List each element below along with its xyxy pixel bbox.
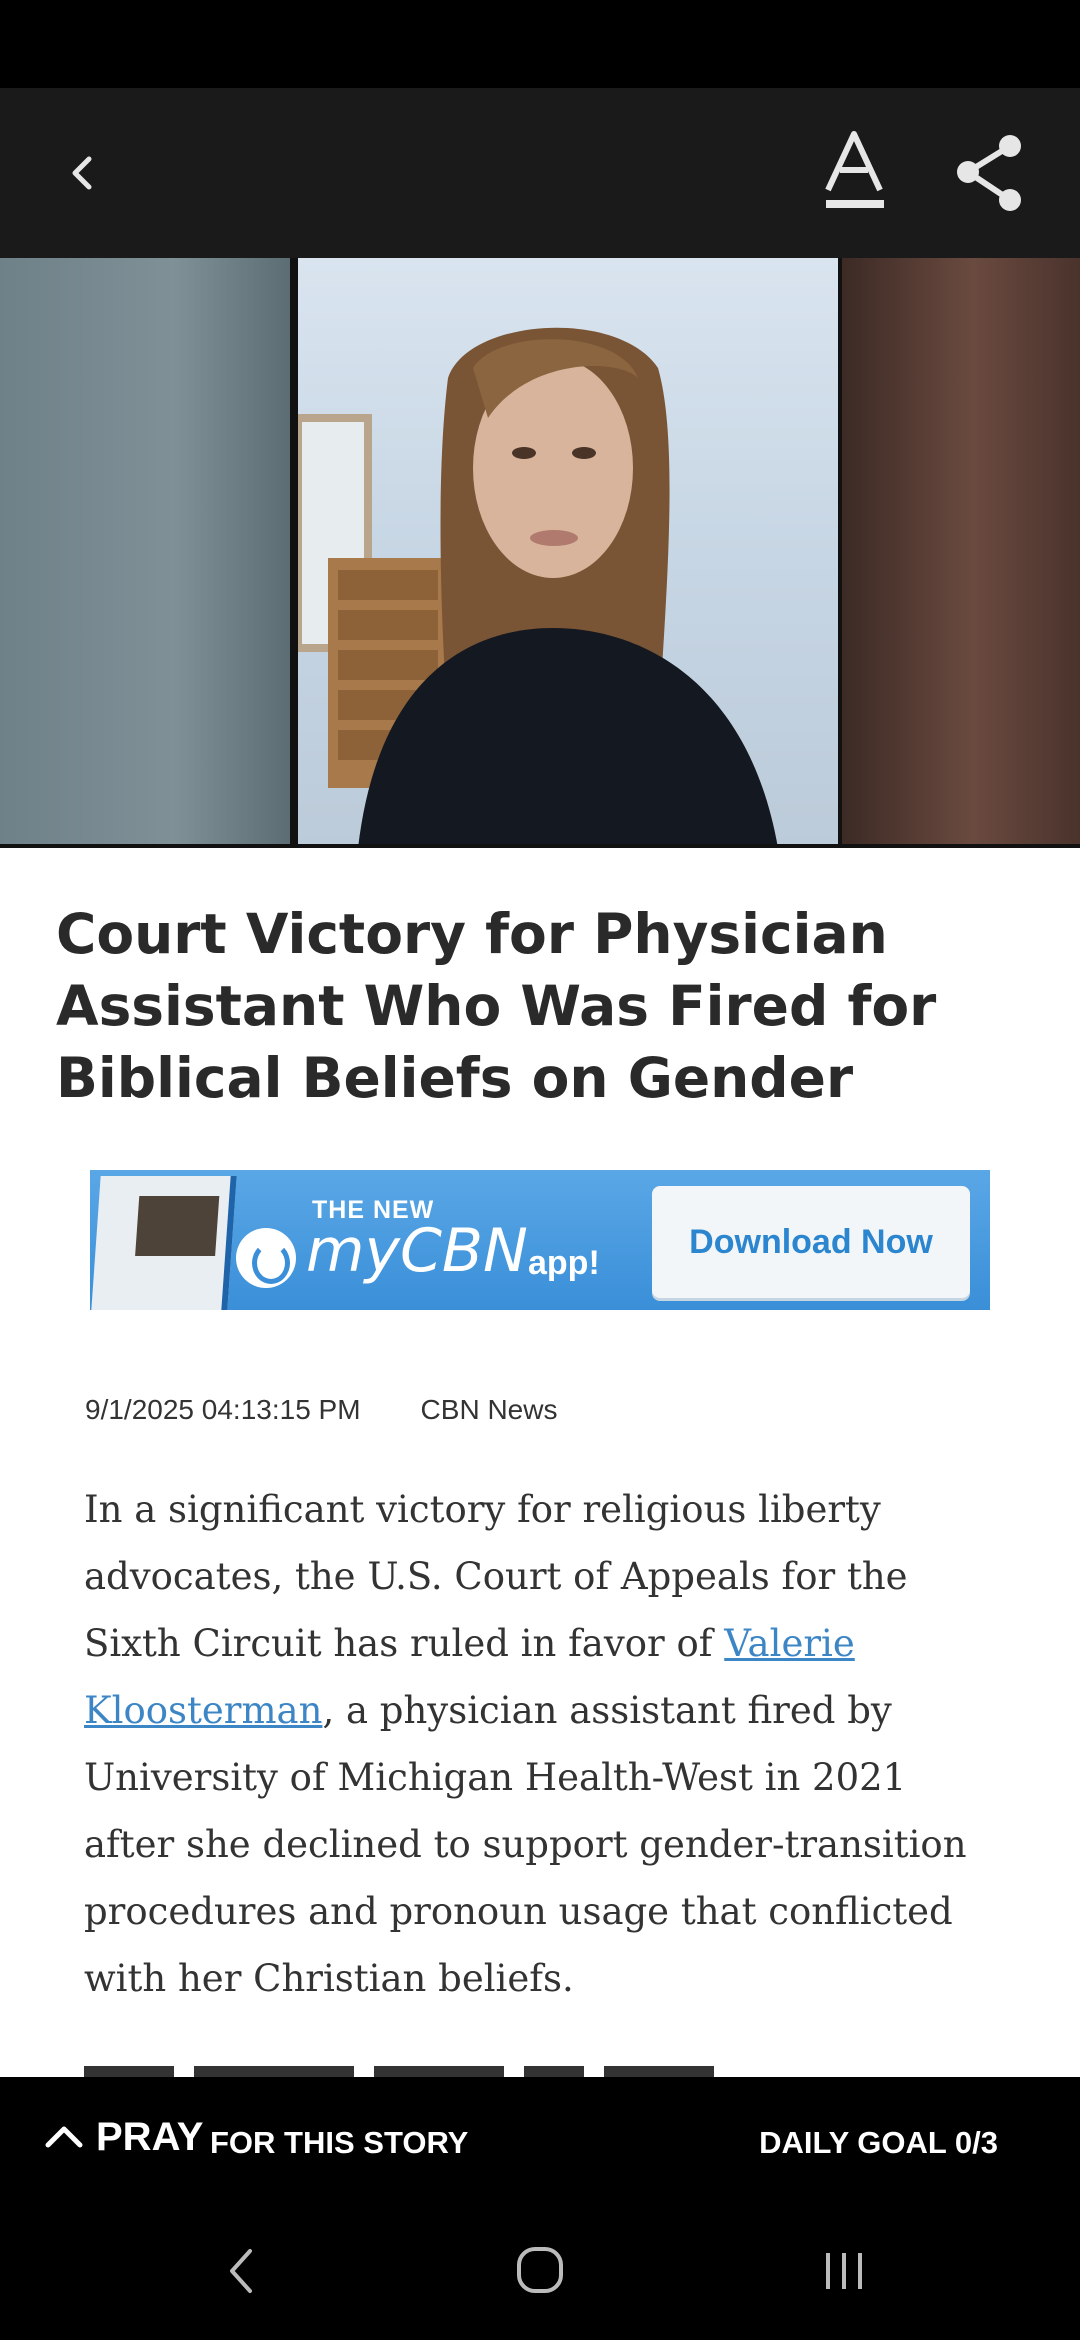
mycbn-app-banner[interactable]: THE NEW myCBN app! Download Now (90, 1170, 990, 1310)
back-button[interactable] (48, 138, 118, 208)
pray-bar[interactable]: PRAY FOR THIS STORY DAILY GOAL 0/3 (0, 2077, 1080, 2201)
article-date: 9/1/2025 04:13:15 PM (85, 1394, 361, 1425)
system-nav-bar (0, 2201, 1080, 2340)
nav-recents-icon[interactable] (804, 2241, 884, 2301)
speaker-photo (298, 327, 778, 848)
cbn-flame-icon (236, 1228, 296, 1288)
nav-home-icon[interactable] (500, 2241, 580, 2301)
chevron-up-icon (45, 2126, 83, 2148)
nav-back-icon[interactable] (200, 2241, 280, 2301)
status-bar (0, 0, 1080, 88)
phone-illustration (91, 1176, 237, 1310)
chevron-left-icon (72, 156, 92, 190)
share-icon (957, 135, 1021, 211)
article-source: CBN News (420, 1394, 558, 1425)
banner-app: app! (528, 1244, 600, 1282)
article-meta: 9/1/2025 04:13:15 PM CBN News (85, 1394, 557, 1426)
font-size-icon (825, 131, 884, 208)
body-text-post: , a physician assistant fired by Univers… (84, 1689, 967, 2000)
video-panel-right (842, 258, 1080, 848)
hero-video-image[interactable] (0, 258, 1080, 848)
font-size-button[interactable] (812, 128, 896, 218)
article-title: Court Victory for Physician Assistant Wh… (56, 902, 937, 1110)
article-body: In a significant victory for religious l… (84, 1476, 1004, 2012)
daily-goal-label: DAILY GOAL 0/3 (759, 2125, 998, 2160)
video-panel-left (0, 258, 290, 848)
pray-for-story-label: FOR THIS STORY (210, 2125, 469, 2160)
download-now-button[interactable]: Download Now (652, 1186, 970, 1298)
pray-label: PRAY (96, 2115, 204, 2159)
share-button[interactable] (952, 128, 1026, 218)
video-panel-center (298, 258, 838, 848)
app-bar (0, 88, 1080, 258)
banner-brand: myCBN (306, 1216, 528, 1286)
